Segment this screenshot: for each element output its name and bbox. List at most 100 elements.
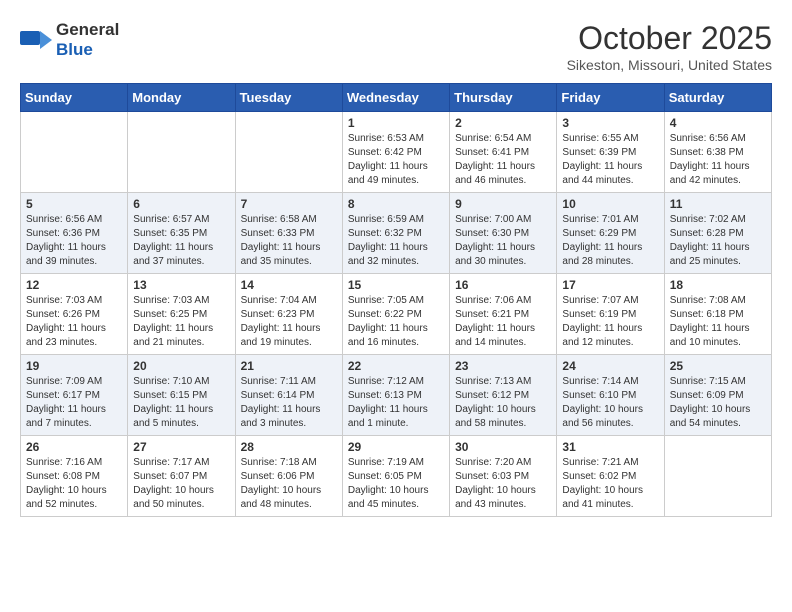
calendar-day-cell: 16 Sunrise: 7:06 AM Sunset: 6:21 PM Dayli… bbox=[450, 274, 557, 355]
day-number: 25 bbox=[670, 359, 766, 373]
day-number: 6 bbox=[133, 197, 229, 211]
calendar-day-cell: 13 Sunrise: 7:03 AM Sunset: 6:25 PM Dayli… bbox=[128, 274, 235, 355]
weekday-header: Sunday bbox=[21, 84, 128, 112]
day-info: Sunrise: 7:21 AM Sunset: 6:02 PM Dayligh… bbox=[562, 456, 658, 512]
day-number: 18 bbox=[670, 278, 766, 292]
day-number: 7 bbox=[241, 197, 337, 211]
calendar-day-cell: 15 Sunrise: 7:05 AM Sunset: 6:22 PM Dayli… bbox=[342, 274, 449, 355]
calendar-table: SundayMondayTuesdayWednesdayThursdayFrid… bbox=[20, 83, 772, 517]
weekday-header: Friday bbox=[557, 84, 664, 112]
day-info: Sunrise: 7:10 AM Sunset: 6:15 PM Dayligh… bbox=[133, 375, 229, 431]
day-number: 17 bbox=[562, 278, 658, 292]
day-info: Sunrise: 6:58 AM Sunset: 6:33 PM Dayligh… bbox=[241, 213, 337, 269]
calendar-week-row: 5 Sunrise: 6:56 AM Sunset: 6:36 PM Daylig… bbox=[21, 193, 772, 274]
day-info: Sunrise: 7:13 AM Sunset: 6:12 PM Dayligh… bbox=[455, 375, 551, 431]
calendar-day-cell: 28 Sunrise: 7:18 AM Sunset: 6:06 PM Dayli… bbox=[235, 436, 342, 517]
day-number: 13 bbox=[133, 278, 229, 292]
calendar-day-cell: 2 Sunrise: 6:54 AM Sunset: 6:41 PM Daylig… bbox=[450, 112, 557, 193]
day-info: Sunrise: 7:16 AM Sunset: 6:08 PM Dayligh… bbox=[26, 456, 122, 512]
calendar-day-cell bbox=[128, 112, 235, 193]
day-info: Sunrise: 6:57 AM Sunset: 6:35 PM Dayligh… bbox=[133, 213, 229, 269]
day-number: 19 bbox=[26, 359, 122, 373]
calendar-day-cell bbox=[664, 436, 771, 517]
calendar-day-cell bbox=[21, 112, 128, 193]
page-header: General Blue October 2025 Sikeston, Miss… bbox=[20, 20, 772, 73]
calendar-day-cell bbox=[235, 112, 342, 193]
day-info: Sunrise: 7:20 AM Sunset: 6:03 PM Dayligh… bbox=[455, 456, 551, 512]
day-number: 2 bbox=[455, 116, 551, 130]
day-number: 15 bbox=[348, 278, 444, 292]
day-info: Sunrise: 6:56 AM Sunset: 6:36 PM Dayligh… bbox=[26, 213, 122, 269]
day-info: Sunrise: 7:17 AM Sunset: 6:07 PM Dayligh… bbox=[133, 456, 229, 512]
calendar-day-cell: 21 Sunrise: 7:11 AM Sunset: 6:14 PM Dayli… bbox=[235, 355, 342, 436]
day-info: Sunrise: 7:04 AM Sunset: 6:23 PM Dayligh… bbox=[241, 294, 337, 350]
weekday-header: Monday bbox=[128, 84, 235, 112]
calendar-day-cell: 22Sunrise: 7:12 AM Sunset: 6:13 PM Dayli… bbox=[342, 355, 449, 436]
day-info: Sunrise: 7:03 AM Sunset: 6:25 PM Dayligh… bbox=[133, 294, 229, 350]
location-title: Sikeston, Missouri, United States bbox=[567, 57, 772, 73]
day-number: 11 bbox=[670, 197, 766, 211]
calendar-day-cell: 30Sunrise: 7:20 AM Sunset: 6:03 PM Dayli… bbox=[450, 436, 557, 517]
day-info: Sunrise: 7:18 AM Sunset: 6:06 PM Dayligh… bbox=[241, 456, 337, 512]
logo-blue: Blue bbox=[56, 40, 93, 59]
calendar-day-cell: 24Sunrise: 7:14 AM Sunset: 6:10 PM Dayli… bbox=[557, 355, 664, 436]
day-number: 9 bbox=[455, 197, 551, 211]
calendar-day-cell: 11 Sunrise: 7:02 AM Sunset: 6:28 PM Dayli… bbox=[664, 193, 771, 274]
logo: General Blue bbox=[20, 20, 119, 60]
day-info: Sunrise: 6:59 AM Sunset: 6:32 PM Dayligh… bbox=[348, 213, 444, 269]
day-number: 5 bbox=[26, 197, 122, 211]
calendar-day-cell: 4 Sunrise: 6:56 AM Sunset: 6:38 PM Daylig… bbox=[664, 112, 771, 193]
weekday-header: Thursday bbox=[450, 84, 557, 112]
day-number: 1 bbox=[348, 116, 444, 130]
weekday-header: Tuesday bbox=[235, 84, 342, 112]
day-number: 29 bbox=[348, 440, 444, 454]
day-info: Sunrise: 7:09 AM Sunset: 6:17 PM Dayligh… bbox=[26, 375, 122, 431]
day-info: Sunrise: 7:05 AM Sunset: 6:22 PM Dayligh… bbox=[348, 294, 444, 350]
day-number: 3 bbox=[562, 116, 658, 130]
calendar-day-cell: 23 Sunrise: 7:13 AM Sunset: 6:12 PM Dayli… bbox=[450, 355, 557, 436]
day-info: Sunrise: 6:53 AM Sunset: 6:42 PM Dayligh… bbox=[348, 132, 444, 188]
day-number: 4 bbox=[670, 116, 766, 130]
calendar-day-cell: 5 Sunrise: 6:56 AM Sunset: 6:36 PM Daylig… bbox=[21, 193, 128, 274]
logo-general: General bbox=[56, 20, 119, 39]
calendar-day-cell: 17 Sunrise: 7:07 AM Sunset: 6:19 PM Dayli… bbox=[557, 274, 664, 355]
day-number: 28 bbox=[241, 440, 337, 454]
day-info: Sunrise: 6:56 AM Sunset: 6:38 PM Dayligh… bbox=[670, 132, 766, 188]
day-number: 10 bbox=[562, 197, 658, 211]
day-info: Sunrise: 6:55 AM Sunset: 6:39 PM Dayligh… bbox=[562, 132, 658, 188]
day-info: Sunrise: 7:06 AM Sunset: 6:21 PM Dayligh… bbox=[455, 294, 551, 350]
calendar-day-cell: 1 Sunrise: 6:53 AM Sunset: 6:42 PM Daylig… bbox=[342, 112, 449, 193]
weekday-header: Saturday bbox=[664, 84, 771, 112]
calendar-day-cell: 20Sunrise: 7:10 AM Sunset: 6:15 PM Dayli… bbox=[128, 355, 235, 436]
calendar-day-cell: 31Sunrise: 7:21 AM Sunset: 6:02 PM Dayli… bbox=[557, 436, 664, 517]
day-info: Sunrise: 7:03 AM Sunset: 6:26 PM Dayligh… bbox=[26, 294, 122, 350]
calendar-week-row: 12Sunrise: 7:03 AM Sunset: 6:26 PM Dayli… bbox=[21, 274, 772, 355]
day-number: 14 bbox=[241, 278, 337, 292]
day-info: Sunrise: 7:02 AM Sunset: 6:28 PM Dayligh… bbox=[670, 213, 766, 269]
weekday-header: Wednesday bbox=[342, 84, 449, 112]
calendar-day-cell: 3 Sunrise: 6:55 AM Sunset: 6:39 PM Daylig… bbox=[557, 112, 664, 193]
calendar-day-cell: 7 Sunrise: 6:58 AM Sunset: 6:33 PM Daylig… bbox=[235, 193, 342, 274]
calendar-day-cell: 10 Sunrise: 7:01 AM Sunset: 6:29 PM Dayli… bbox=[557, 193, 664, 274]
day-info: Sunrise: 7:15 AM Sunset: 6:09 PM Dayligh… bbox=[670, 375, 766, 431]
day-number: 16 bbox=[455, 278, 551, 292]
calendar-day-cell: 12Sunrise: 7:03 AM Sunset: 6:26 PM Dayli… bbox=[21, 274, 128, 355]
day-info: Sunrise: 7:11 AM Sunset: 6:14 PM Dayligh… bbox=[241, 375, 337, 431]
day-info: Sunrise: 6:54 AM Sunset: 6:41 PM Dayligh… bbox=[455, 132, 551, 188]
month-title: October 2025 bbox=[567, 20, 772, 57]
calendar-day-cell: 9 Sunrise: 7:00 AM Sunset: 6:30 PM Daylig… bbox=[450, 193, 557, 274]
calendar-day-cell: 14 Sunrise: 7:04 AM Sunset: 6:23 PM Dayli… bbox=[235, 274, 342, 355]
day-info: Sunrise: 7:07 AM Sunset: 6:19 PM Dayligh… bbox=[562, 294, 658, 350]
day-number: 21 bbox=[241, 359, 337, 373]
day-info: Sunrise: 7:00 AM Sunset: 6:30 PM Dayligh… bbox=[455, 213, 551, 269]
day-info: Sunrise: 7:19 AM Sunset: 6:05 PM Dayligh… bbox=[348, 456, 444, 512]
calendar-day-cell: 29 Sunrise: 7:19 AM Sunset: 6:05 PM Dayli… bbox=[342, 436, 449, 517]
day-number: 23 bbox=[455, 359, 551, 373]
calendar-day-cell: 19 Sunrise: 7:09 AM Sunset: 6:17 PM Dayli… bbox=[21, 355, 128, 436]
title-block: October 2025 Sikeston, Missouri, United … bbox=[567, 20, 772, 73]
day-info: Sunrise: 7:12 AM Sunset: 6:13 PM Dayligh… bbox=[348, 375, 444, 431]
calendar-week-row: 26Sunrise: 7:16 AM Sunset: 6:08 PM Dayli… bbox=[21, 436, 772, 517]
calendar-week-row: 19 Sunrise: 7:09 AM Sunset: 6:17 PM Dayli… bbox=[21, 355, 772, 436]
day-info: Sunrise: 7:01 AM Sunset: 6:29 PM Dayligh… bbox=[562, 213, 658, 269]
calendar-day-cell: 27Sunrise: 7:17 AM Sunset: 6:07 PM Dayli… bbox=[128, 436, 235, 517]
